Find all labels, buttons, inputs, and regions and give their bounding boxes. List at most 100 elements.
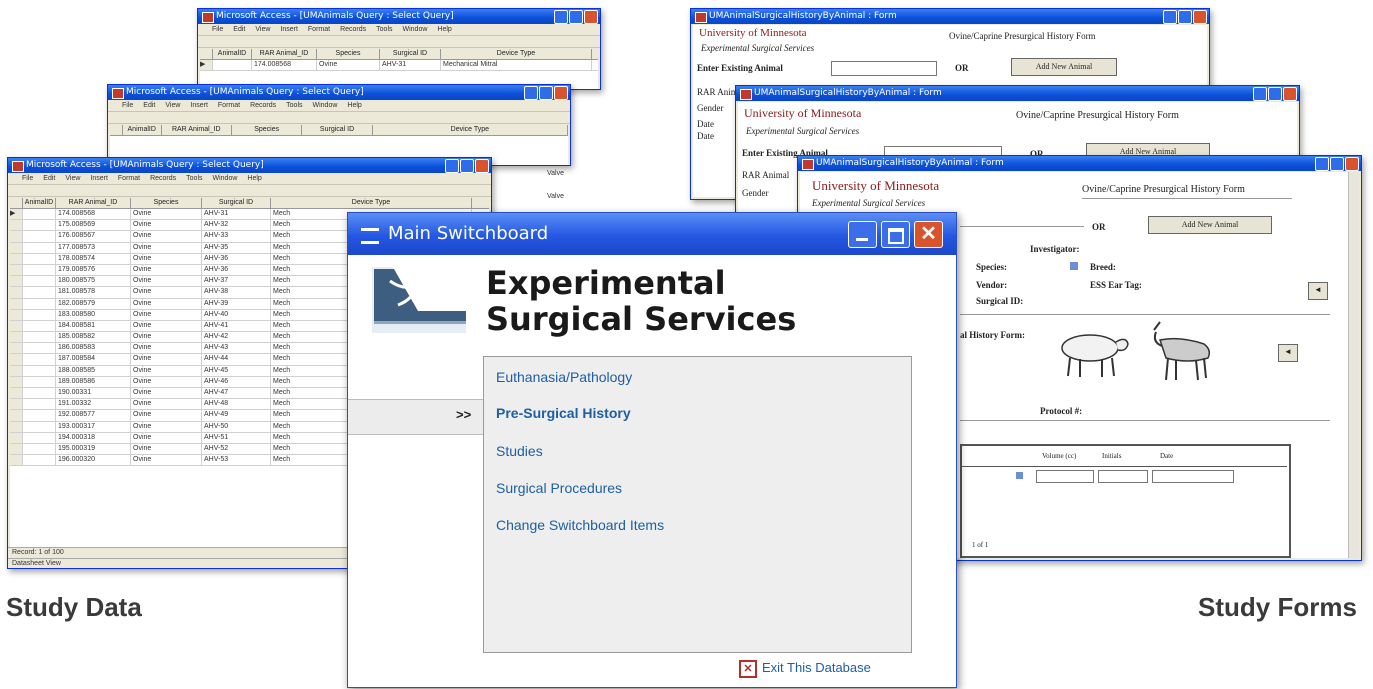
table-cell[interactable]: Ovine	[131, 365, 202, 376]
menu-item[interactable]: Records	[250, 102, 276, 109]
table-cell[interactable]: AHV-51	[202, 432, 271, 443]
table-cell[interactable]	[10, 455, 23, 466]
table-cell[interactable]: AHV-31	[202, 209, 271, 220]
menu-item[interactable]: Format	[118, 175, 140, 182]
table-cell[interactable]: Ovine	[131, 320, 202, 332]
table-cell[interactable]	[23, 298, 56, 309]
table-cell[interactable]	[23, 455, 56, 466]
table-cell[interactable]	[23, 332, 56, 343]
table-cell[interactable]: 178.008574	[56, 253, 131, 264]
table-cell[interactable]: Ovine	[131, 209, 202, 220]
table-cell[interactable]	[23, 421, 56, 432]
table-cell[interactable]	[10, 264, 23, 276]
menu-item[interactable]: Format	[218, 102, 240, 109]
menu-item[interactable]: View	[165, 102, 180, 109]
go-button[interactable]: ◄	[1308, 282, 1328, 300]
table-cell[interactable]: 194.000318	[56, 432, 131, 443]
col-species[interactable]: Species	[317, 49, 380, 59]
maximize-button[interactable]	[881, 221, 910, 248]
switchboard-item-change[interactable]: Change Switchboard Items	[496, 517, 664, 533]
minimize-button[interactable]	[1315, 157, 1329, 171]
add-new-animal-button[interactable]: Add New Animal	[1148, 216, 1272, 234]
menu-item[interactable]: File	[122, 102, 133, 109]
col-device[interactable]: Device Type	[271, 198, 472, 208]
table-cell[interactable]: 187.008584	[56, 354, 131, 365]
minimize-button[interactable]	[445, 159, 459, 173]
table-cell[interactable]: Ovine	[131, 264, 202, 276]
table-cell[interactable]: Ovine	[131, 455, 202, 466]
minimize-button[interactable]	[848, 221, 877, 248]
table-cell[interactable]: AHV-48	[202, 399, 271, 410]
table-cell[interactable]: AHV-40	[202, 309, 271, 320]
table-cell[interactable]: 174.008568	[56, 209, 131, 220]
table-cell[interactable]: 180.008575	[56, 276, 131, 287]
table-cell[interactable]	[10, 421, 23, 432]
table-cell[interactable]	[23, 242, 56, 253]
table-cell[interactable]	[10, 410, 23, 421]
table-cell[interactable]: 176.008567	[56, 231, 131, 242]
menu-item[interactable]: Format	[308, 26, 330, 33]
table-cell[interactable]: AHV-50	[202, 421, 271, 432]
minimize-button[interactable]	[524, 86, 538, 100]
table-cell[interactable]	[10, 354, 23, 365]
table-cell[interactable]: 182.008579	[56, 298, 131, 309]
menu-item[interactable]: Help	[437, 26, 451, 33]
col-device[interactable]: Device Type	[441, 49, 592, 59]
table-cell[interactable]	[10, 309, 23, 320]
table-cell[interactable]	[23, 399, 56, 410]
table-cell[interactable]	[23, 443, 56, 455]
menu-item[interactable]: Records	[150, 175, 176, 182]
table-cell[interactable]: 188.008585	[56, 365, 131, 376]
subform-record-nav[interactable]: 1 of 1	[972, 541, 988, 549]
date-field[interactable]	[1152, 470, 1234, 483]
table-row[interactable]: ▶ 174.008568 Ovine AHV-31 Mechanical Mit…	[200, 60, 598, 72]
menu-item[interactable]: Tools	[186, 175, 202, 182]
table-cell[interactable]	[23, 287, 56, 298]
table-cell[interactable]	[23, 343, 56, 354]
table-cell[interactable]: Ovine	[131, 298, 202, 309]
table-cell[interactable]	[10, 320, 23, 332]
table-cell[interactable]: Ovine	[131, 276, 202, 287]
existing-animal-field[interactable]	[831, 61, 937, 76]
table-cell[interactable]: AHV-52	[202, 443, 271, 455]
table-cell[interactable]: AHV-42	[202, 332, 271, 343]
table-cell[interactable]	[23, 432, 56, 443]
col-species[interactable]: Species	[232, 125, 303, 135]
menu-item[interactable]: File	[22, 175, 33, 182]
menu-item[interactable]: Window	[313, 102, 338, 109]
table-cell[interactable]	[23, 320, 56, 332]
menu-item[interactable]: Help	[347, 102, 361, 109]
table-cell[interactable]: Ovine	[131, 231, 202, 242]
table-cell[interactable]	[10, 443, 23, 455]
col-animalid[interactable]: AnimalID	[123, 125, 162, 135]
table-cell[interactable]	[23, 309, 56, 320]
table-cell[interactable]: Ovine	[131, 410, 202, 421]
table-cell[interactable]: Ovine	[131, 388, 202, 399]
maximize-button[interactable]	[1268, 87, 1282, 101]
table-cell[interactable]: Ovine	[131, 220, 202, 231]
volume-field[interactable]	[1036, 470, 1094, 483]
table-cell[interactable]	[10, 332, 23, 343]
menu-item[interactable]: Records	[340, 26, 366, 33]
table-cell[interactable]: AHV-49	[202, 410, 271, 421]
col-rar[interactable]: RAR Animal_ID	[162, 125, 232, 135]
table-cell[interactable]	[23, 376, 56, 387]
menu-item[interactable]: View	[255, 26, 270, 33]
table-cell[interactable]	[23, 253, 56, 264]
table-cell[interactable]: 189.008586	[56, 376, 131, 387]
table-cell[interactable]: AHV-43	[202, 343, 271, 354]
maximize-button[interactable]	[1330, 157, 1344, 171]
table-cell[interactable]: 192.008577	[56, 410, 131, 421]
maximize-button[interactable]	[539, 86, 553, 100]
table-cell[interactable]: Ovine	[131, 287, 202, 298]
table-cell[interactable]: Ovine	[131, 242, 202, 253]
table-cell[interactable]	[23, 209, 56, 220]
dropdown-icon[interactable]	[1016, 472, 1023, 479]
switchboard-item-procedures[interactable]: Surgical Procedures	[496, 480, 622, 496]
table-cell[interactable]	[10, 376, 23, 387]
menu-item[interactable]: Edit	[43, 175, 55, 182]
exit-icon[interactable]: ✕	[739, 660, 757, 678]
table-cell[interactable]: 185.008582	[56, 332, 131, 343]
table-cell[interactable]	[23, 231, 56, 242]
table-cell[interactable]: Ovine	[131, 343, 202, 354]
